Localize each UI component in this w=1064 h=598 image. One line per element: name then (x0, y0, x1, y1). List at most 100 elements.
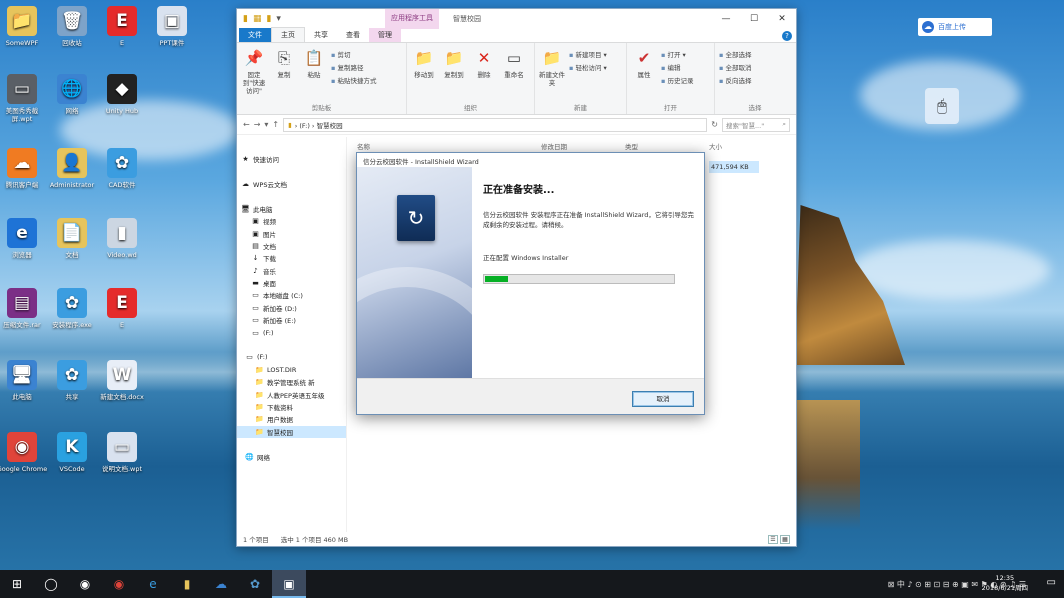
close-button[interactable]: ✕ (768, 9, 796, 29)
help-icon[interactable]: ? (782, 31, 792, 41)
nav-item[interactable]: ↓ 下载 (237, 252, 346, 264)
mouse-icon[interactable]: 🖱 (925, 88, 959, 124)
nav-item[interactable]: 📁 下载资料 (237, 401, 346, 413)
tab-manage[interactable]: 管理 (369, 28, 401, 42)
wizard-icon[interactable]: ▣ (272, 570, 306, 598)
nav-item[interactable]: 🖥 此电脑 (237, 203, 346, 215)
cut-button[interactable]: 剪切 (331, 49, 376, 59)
desktop-icon[interactable]: 🗑 回收站 (46, 6, 98, 47)
history-button[interactable]: 历史记录 (661, 75, 693, 85)
desktop-icon[interactable]: K VSCode (46, 432, 98, 473)
nav-item[interactable]: ☁ WPS云文档 (237, 178, 346, 190)
maximize-button[interactable]: ☐ (740, 9, 768, 29)
chrome-icon[interactable]: ◉ (102, 570, 136, 598)
address-input[interactable]: ▮ › (F:) › 智慧校园 (283, 117, 708, 132)
properties-icon[interactable]: ▦ (253, 14, 262, 24)
new-folder-button[interactable]: 📁 新建文件夹 (539, 47, 565, 102)
chevron-down-icon[interactable]: ▾ (276, 14, 281, 24)
refresh-icon[interactable]: ↻ (711, 120, 718, 129)
desktop-icon[interactable]: 📁 SomeWPF (0, 6, 48, 47)
windows-icon[interactable]: ⊞ (0, 570, 34, 598)
edit-button[interactable]: 编辑 (661, 62, 693, 72)
details-view-icon[interactable]: ☰ (768, 535, 778, 544)
folder-icon[interactable]: ▮ (243, 14, 248, 24)
desktop-icon[interactable]: 🖥 此电脑 (0, 360, 48, 401)
explorer-icon[interactable]: ▮ (170, 570, 204, 598)
easy-access-button[interactable]: 轻松访问 ▾ (569, 62, 606, 72)
select-none-button[interactable]: 全部取消 (719, 62, 751, 72)
desktop-icon[interactable]: W 新建文档.docx (96, 360, 148, 401)
invert-selection-button[interactable]: 反向选择 (719, 75, 751, 85)
nav-item[interactable]: ▤ 文档 (237, 240, 346, 252)
select-all-button[interactable]: 全部选择 (719, 49, 751, 59)
nav-item[interactable]: 🌐 网络 (237, 450, 346, 462)
nav-item[interactable]: ▣ 视频 (237, 215, 346, 227)
desktop-icon[interactable]: 📄 文档 (46, 218, 98, 259)
open-button[interactable]: 打开 ▾ (661, 49, 693, 59)
desktop-icon[interactable]: ▭ 美图秀秀截屏.wpt (0, 74, 48, 123)
desktop-icon[interactable]: ☁ 腾讯客户端 (0, 148, 48, 189)
new-item-button[interactable]: 新建项目 ▾ (569, 49, 606, 59)
delete-button[interactable]: ✕ 删除 (471, 47, 497, 102)
tab-home[interactable]: 主页 (271, 27, 305, 42)
nav-item[interactable]: 📁 人教PEP英语五年级 (237, 388, 346, 400)
nav-item[interactable]: ▭ (F:) (237, 326, 346, 338)
desktop-icon[interactable]: ✿ 安装程序.exe (46, 288, 98, 329)
forward-arrow-icon[interactable]: → (254, 120, 261, 129)
up-arrow-icon[interactable]: ↑ (272, 120, 279, 129)
column-name[interactable]: 名称 (357, 141, 370, 151)
desktop-icon[interactable]: ▤ 压缩文件.rar (0, 288, 48, 329)
properties-button[interactable]: ✔ 属性 (631, 47, 657, 102)
copy-to-button[interactable]: 📁 复制到 (441, 47, 467, 102)
nav-item[interactable]: ♪ 音乐 (237, 265, 346, 277)
nav-item[interactable]: ★ 快速访问 (237, 153, 346, 165)
minimize-button[interactable]: — (712, 9, 740, 29)
tab-share[interactable]: 共享 (305, 28, 337, 42)
chevron-down-icon[interactable]: ▾ (264, 120, 268, 129)
installer-app-icon[interactable]: ✿ (238, 570, 272, 598)
cloud-app-icon[interactable]: ☁ (204, 570, 238, 598)
app-icon[interactable]: ◉ (68, 570, 102, 598)
column-modified[interactable]: 修改日期 (541, 141, 567, 151)
desktop-icon[interactable]: ✿ 共享 (46, 360, 98, 401)
nav-item[interactable]: ▭ 本地磁盘 (C:) (237, 289, 346, 301)
desktop-icon[interactable]: EE (96, 6, 148, 47)
tiles-view-icon[interactable]: ▦ (780, 535, 790, 544)
pin-quick-access-button[interactable]: 📌 固定到"快速访问" (241, 47, 267, 102)
cancel-button[interactable]: 取消 (632, 391, 694, 407)
new-folder-icon[interactable]: ▮ (266, 14, 271, 24)
nav-item[interactable]: 📁 教学管理系统 新 (237, 376, 346, 388)
copy-button[interactable]: ⎘ 复制 (271, 47, 297, 102)
move-to-button[interactable]: 📁 移动到 (411, 47, 437, 102)
desktop-icon[interactable]: 🌐 网络 (46, 74, 98, 115)
tab-view[interactable]: 查看 (337, 28, 369, 42)
task-view-icon[interactable]: ◯ (34, 570, 68, 598)
desktop-icon[interactable]: ▭ 说明文档.wpt (96, 432, 148, 473)
nav-item[interactable]: ▭ (F:) (237, 351, 346, 363)
ie-icon[interactable]: e (136, 570, 170, 598)
desktop-icon[interactable]: ✿ CAD软件 (96, 148, 148, 189)
paste-shortcut-button[interactable]: 粘贴快捷方式 (331, 75, 376, 85)
desktop-icon[interactable]: ▣ PPT课件 (146, 6, 198, 47)
search-input[interactable]: 搜索"智慧..." ⌕ (722, 117, 790, 132)
desktop-icon[interactable]: EE (96, 288, 148, 329)
nav-item[interactable]: 📁 用户数据 (237, 413, 346, 425)
copy-path-button[interactable]: 复制路径 (331, 62, 376, 72)
column-size[interactable]: 大小 (709, 141, 722, 151)
nav-item[interactable]: ▭ 新加卷 (D:) (237, 302, 346, 314)
nav-item[interactable]: ▬ 桌面 (237, 277, 346, 289)
back-arrow-icon[interactable]: ← (243, 120, 250, 129)
nav-item[interactable]: ▣ 图片 (237, 227, 346, 239)
desktop-icon[interactable]: e 浏览器 (0, 218, 48, 259)
desktop-icon[interactable]: 👤 Administrator (46, 148, 98, 189)
nav-item[interactable]: ▭ 新加卷 (E:) (237, 314, 346, 326)
nav-item[interactable]: 📁 智慧校园 (237, 425, 346, 438)
cloud-upload-widget[interactable]: ☁ 百度上传 (918, 18, 992, 36)
notification-icon[interactable]: ▭ (1047, 577, 1056, 588)
nav-item[interactable]: 📁 LOST.DIR (237, 364, 346, 376)
paste-button[interactable]: 📋 粘贴 (301, 47, 327, 102)
column-type[interactable]: 类型 (625, 141, 638, 151)
desktop-icon[interactable]: ▮ Video.wd (96, 218, 148, 259)
file-size-cell[interactable]: 471,594 KB (709, 161, 759, 173)
desktop-icon[interactable]: ◆ Unity Hub (96, 74, 148, 115)
